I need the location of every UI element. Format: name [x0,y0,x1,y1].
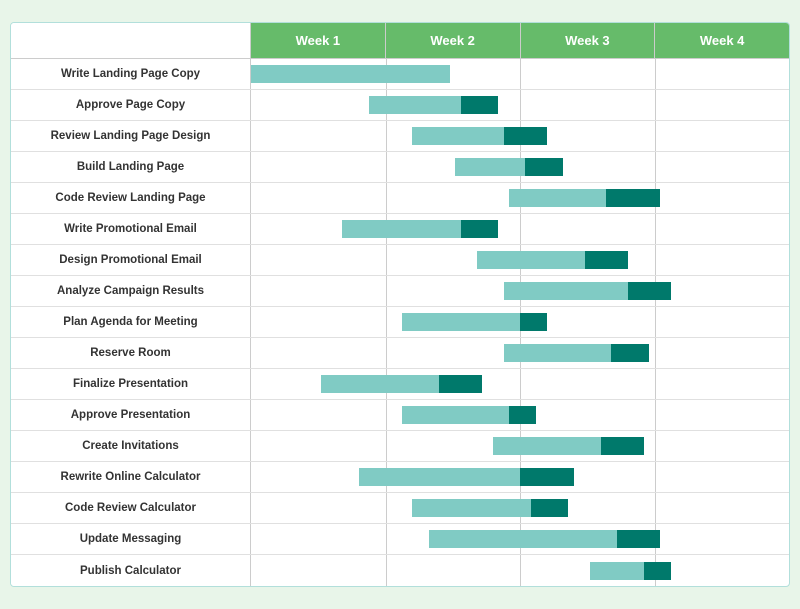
task-label: Build Landing Page [11,152,251,182]
gantt-bar [461,220,499,238]
gantt-area [251,493,789,523]
week2-header: Week 2 [386,23,521,59]
task-row: Write Landing Page Copy [11,59,789,90]
task-row: Review Landing Page Design [11,121,789,152]
gantt-rows: Write Landing Page CopyApprove Page Copy… [11,59,789,586]
week1-header: Week 1 [251,23,386,59]
gantt-bar [321,375,439,393]
gantt-bar [601,437,644,455]
task-label: Reserve Room [11,338,251,368]
gantt-area [251,245,789,275]
task-row: Design Promotional Email [11,245,789,276]
task-row: Code Review Landing Page [11,183,789,214]
task-row: Analyze Campaign Results [11,276,789,307]
task-label: Plan Agenda for Meeting [11,307,251,337]
task-label: Code Review Landing Page [11,183,251,213]
gantt-bar [504,282,628,300]
task-row: Create Invitations [11,431,789,462]
gantt-bar [402,406,510,424]
gantt-area [251,183,789,213]
task-label: Write Promotional Email [11,214,251,244]
gantt-bar [461,96,499,114]
gantt-bar [628,282,671,300]
task-label: Code Review Calculator [11,493,251,523]
weeks-header: Week 1 Week 2 Week 3 Week 4 [251,23,789,59]
task-row: Plan Agenda for Meeting [11,307,789,338]
gantt-area [251,121,789,151]
task-row: Finalize Presentation [11,369,789,400]
task-label: Create Invitations [11,431,251,461]
gantt-bar [585,251,628,269]
task-row: Write Promotional Email [11,214,789,245]
gantt-bar [439,375,482,393]
task-label: Finalize Presentation [11,369,251,399]
gantt-bar [531,499,569,517]
gantt-bar [455,158,525,176]
gantt-area [251,431,789,461]
task-label: Approve Page Copy [11,90,251,120]
gantt-bar [412,499,530,517]
task-label: Update Messaging [11,524,251,554]
gantt-bar [520,313,547,331]
task-row: Rewrite Online Calculator [11,462,789,493]
task-row: Code Review Calculator [11,493,789,524]
gantt-bar [369,96,460,114]
task-row: Reserve Room [11,338,789,369]
week3-header: Week 3 [521,23,656,59]
gantt-bar [525,158,563,176]
task-row: Approve Page Copy [11,90,789,121]
label-column-header [11,23,251,59]
gantt-bar [520,468,574,486]
gantt-bar [251,65,450,83]
gantt-bar [342,220,460,238]
task-label: Design Promotional Email [11,245,251,275]
gantt-bar [477,251,585,269]
gantt-bar [402,313,520,331]
task-row: Update Messaging [11,524,789,555]
task-label: Analyze Campaign Results [11,276,251,306]
gantt-area [251,307,789,337]
gantt-area [251,524,789,554]
task-row: Approve Presentation [11,400,789,431]
task-label: Rewrite Online Calculator [11,462,251,492]
task-row: Build Landing Page [11,152,789,183]
gantt-bar [504,127,547,145]
task-label: Approve Presentation [11,400,251,430]
gantt-area [251,59,789,89]
gantt-bar [590,562,644,580]
gantt-area [251,400,789,430]
week4-header: Week 4 [655,23,789,59]
gantt-area [251,338,789,368]
task-row: Publish Calculator [11,555,789,586]
gantt-bar [617,530,660,548]
task-label: Publish Calculator [11,555,251,586]
gantt-area [251,276,789,306]
task-label: Review Landing Page Design [11,121,251,151]
gantt-bar [429,530,617,548]
gantt-area [251,90,789,120]
gantt-bar [509,189,606,207]
gantt-area [251,214,789,244]
gantt-bar [509,406,536,424]
gantt-bar [644,562,671,580]
task-label: Write Landing Page Copy [11,59,251,89]
gantt-bar [606,189,660,207]
gantt-bar [611,344,649,362]
chart-header: Week 1 Week 2 Week 3 Week 4 [11,23,789,59]
gantt-area [251,152,789,182]
gantt-area [251,369,789,399]
gantt-bar [359,468,520,486]
gantt-bar [493,437,601,455]
gantt-bar [504,344,612,362]
gantt-area [251,555,789,586]
gantt-chart: Week 1 Week 2 Week 3 Week 4 Write Landin… [10,22,790,587]
gantt-bar [412,127,503,145]
gantt-area [251,462,789,492]
